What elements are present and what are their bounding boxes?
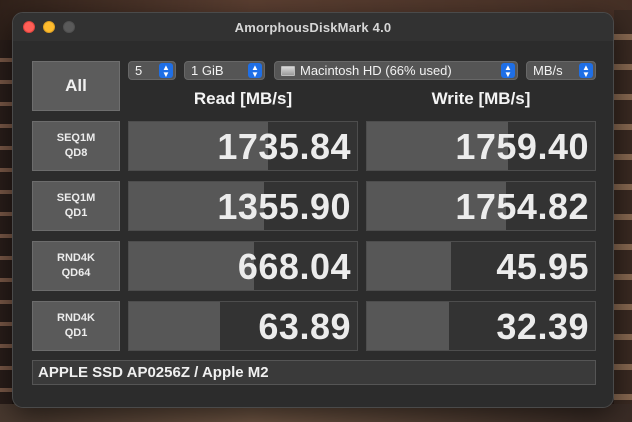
read-value: 1355.90 bbox=[217, 186, 351, 227]
read-value: 63.89 bbox=[258, 306, 351, 347]
write-result-rnd4k-qd64: 45.95 bbox=[366, 241, 596, 291]
chevron-updown-icon: ▲ ▼ bbox=[579, 63, 593, 78]
write-result-seq1m-qd1: 1754.82 bbox=[366, 181, 596, 231]
write-value: 45.95 bbox=[496, 246, 589, 287]
read-column-header: Read [MB/s] bbox=[193, 89, 293, 108]
read-result-rnd4k-qd1: 63.89 bbox=[128, 301, 358, 351]
test-button-rnd4k-qd64[interactable]: RND4K QD64 bbox=[32, 241, 120, 291]
read-value: 1735.84 bbox=[217, 126, 351, 167]
hard-drive-icon bbox=[281, 65, 295, 76]
chevron-updown-icon: ▲ ▼ bbox=[248, 63, 262, 78]
test-button-seq1m-qd1[interactable]: SEQ1M QD1 bbox=[32, 181, 120, 231]
test-label-line2: QD1 bbox=[64, 207, 88, 219]
test-label-line1: SEQ1M bbox=[56, 132, 96, 144]
write-progress-bar bbox=[367, 302, 450, 350]
read-progress-bar bbox=[129, 242, 255, 290]
test-button-rnd4k-qd1[interactable]: RND4K QD1 bbox=[32, 301, 120, 351]
unit-value: MB/s bbox=[533, 63, 563, 78]
write-result-rnd4k-qd1: 32.39 bbox=[366, 301, 596, 351]
background-building-left bbox=[0, 40, 12, 420]
read-progress-bar bbox=[129, 302, 221, 350]
test-label-line2: QD64 bbox=[61, 267, 91, 279]
test-label-line1: RND4K bbox=[57, 252, 95, 264]
unit-select[interactable]: MB/s ▲ ▼ bbox=[526, 61, 596, 80]
test-label-line1: RND4K bbox=[57, 312, 95, 324]
test-size-select[interactable]: 1 GiB ▲ ▼ bbox=[184, 61, 265, 80]
window-title: AmorphousDiskMark 4.0 bbox=[234, 20, 392, 35]
test-count-select[interactable]: 5 ▲ ▼ bbox=[128, 61, 176, 80]
background-building-right bbox=[614, 10, 632, 422]
drive-select[interactable]: Macintosh HD (66% used) ▲ ▼ bbox=[274, 61, 518, 80]
write-progress-bar bbox=[367, 242, 452, 290]
read-result-seq1m-qd8: 1735.84 bbox=[128, 121, 358, 171]
write-column-header: Write [MB/s] bbox=[431, 89, 531, 108]
test-button-seq1m-qd8[interactable]: SEQ1M QD8 bbox=[32, 121, 120, 171]
write-result-seq1m-qd8: 1759.40 bbox=[366, 121, 596, 171]
test-label-line2: QD8 bbox=[64, 147, 88, 159]
title-bar[interactable]: AmorphousDiskMark 4.0 bbox=[13, 13, 613, 41]
drive-value: Macintosh HD (66% used) bbox=[300, 63, 452, 78]
test-label-line1: SEQ1M bbox=[56, 192, 96, 204]
chevron-updown-icon: ▲ ▼ bbox=[501, 63, 515, 78]
read-result-rnd4k-qd64: 668.04 bbox=[128, 241, 358, 291]
test-size-value: 1 GiB bbox=[191, 63, 224, 78]
comment-field[interactable]: APPLE SSD AP0256Z / Apple M2 bbox=[32, 360, 596, 385]
write-value: 1754.82 bbox=[455, 186, 589, 227]
chevron-updown-icon: ▲ ▼ bbox=[159, 63, 173, 78]
app-window: AmorphousDiskMark 4.0 All 5 ▲ ▼ 1 GiB ▲ ▼ … bbox=[12, 12, 614, 408]
write-value: 1759.40 bbox=[455, 126, 589, 167]
test-count-value: 5 bbox=[135, 63, 143, 78]
read-result-seq1m-qd1: 1355.90 bbox=[128, 181, 358, 231]
all-button[interactable]: All bbox=[32, 61, 120, 111]
write-value: 32.39 bbox=[496, 306, 589, 347]
test-label-line2: QD1 bbox=[64, 327, 88, 339]
read-value: 668.04 bbox=[237, 246, 351, 287]
